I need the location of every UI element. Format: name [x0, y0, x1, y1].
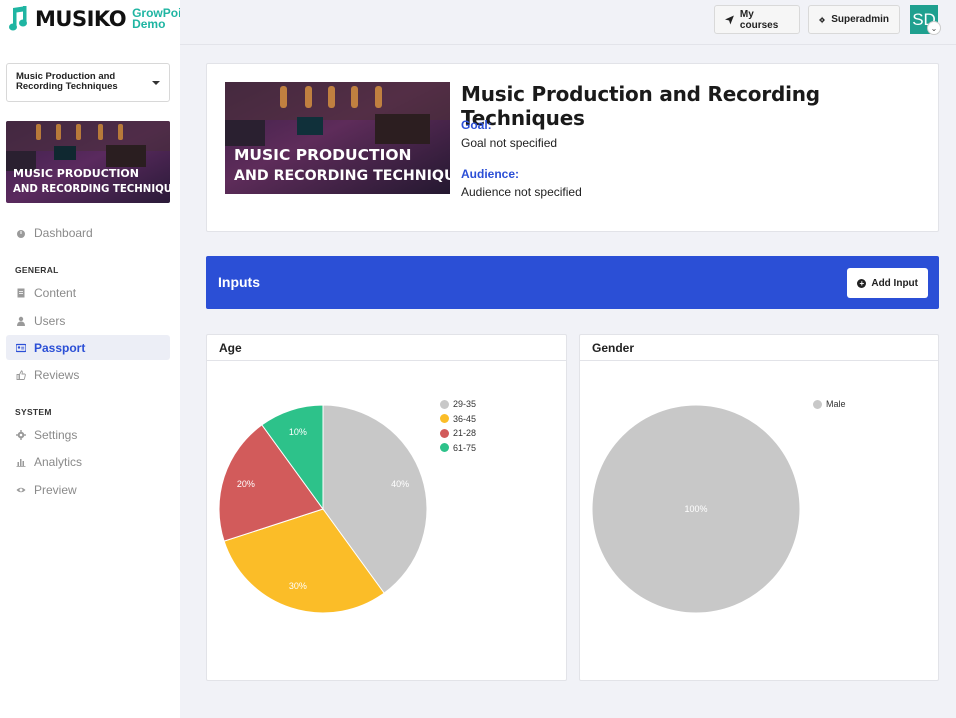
age-chart-title: Age: [207, 335, 566, 361]
sidebar-item-label: Analytics: [34, 454, 83, 469]
sidebar: MUSIKO GrowPoint Demo Music Production a…: [0, 0, 193, 718]
legend-item[interactable]: 21-28: [440, 426, 476, 441]
thumb-text-line1: MUSIC PRODUCTION: [13, 167, 139, 180]
age-pie-chart: 40% 30% 20% 10%: [218, 404, 428, 614]
sidebar-section-system: SYSTEM: [15, 407, 52, 417]
pie-data-label: 100%: [684, 504, 707, 514]
pie-data-label: 20%: [237, 479, 255, 489]
chevron-down-icon[interactable]: ⌄: [927, 21, 941, 35]
legend-swatch: [440, 428, 449, 438]
thumb-text-line2: AND RECORDING TECHNIQUES: [13, 184, 170, 195]
gender-chart-panel: Gender 100% Male: [579, 334, 939, 681]
sidebar-item-passport[interactable]: Passport: [6, 335, 170, 360]
eye-icon: [16, 487, 26, 492]
user-icon: [17, 316, 25, 326]
legend-label: 36-45: [453, 413, 477, 424]
gender-chart-title: Gender: [580, 335, 938, 361]
my-courses-button[interactable]: My courses: [714, 5, 800, 34]
paper-plane-icon: [725, 15, 734, 24]
brand-logo[interactable]: MUSIKO GrowPoint Demo: [9, 5, 193, 33]
chevron-down-icon: [152, 81, 160, 85]
legend-item[interactable]: Male: [813, 397, 846, 412]
age-legend: 29-35 36-45 21-28 61-75: [440, 397, 476, 455]
legend-label: 29-35: [453, 399, 477, 410]
goal-value: Goal not specified: [461, 136, 558, 150]
plus-circle-icon: +: [857, 278, 867, 288]
superadmin-button[interactable]: Superadmin: [808, 5, 900, 34]
inputs-title: Inputs: [218, 274, 260, 290]
gear-icon: [16, 429, 26, 440]
sidebar-item-analytics[interactable]: Analytics: [6, 449, 170, 474]
legend-swatch: [813, 399, 822, 409]
topbar: My courses Superadmin SD ⌄: [180, 0, 956, 45]
sidebar-item-label: Settings: [34, 427, 78, 442]
my-courses-label: My courses: [739, 8, 779, 31]
audience-label: Audience:: [461, 167, 520, 181]
sidebar-item-label: Preview: [34, 482, 77, 497]
pie-data-label: 40%: [391, 479, 409, 489]
course-image: MUSIC PRODUCTION AND RECORDING TECHNIQUE…: [225, 82, 450, 194]
legend-swatch: [440, 414, 449, 424]
legend-label: 21-28: [453, 428, 477, 439]
course-image-text-line1: MUSIC PRODUCTION: [234, 146, 412, 164]
legend-item[interactable]: 61-75: [440, 441, 476, 456]
gear-icon: [819, 16, 826, 23]
legend-swatch: [440, 399, 449, 409]
sidebar-item-preview[interactable]: Preview: [6, 477, 170, 502]
music-note-icon: [9, 6, 27, 31]
id-card-icon: [16, 343, 26, 352]
course-thumbnail: MUSIC PRODUCTION AND RECORDING TECHNIQUE…: [6, 121, 170, 203]
course-image-text-line2: AND RECORDING TECHNIQUES: [234, 168, 450, 184]
dashboard-icon: [17, 229, 25, 238]
legend-label: Male: [826, 399, 846, 410]
legend-swatch: [440, 443, 449, 453]
studio-image: MUSIC PRODUCTION AND RECORDING TECHNIQUE…: [225, 82, 450, 194]
pie-data-label: 30%: [289, 581, 307, 591]
legend-item[interactable]: 29-35: [440, 397, 476, 412]
sidebar-item-users[interactable]: Users: [6, 308, 170, 333]
sidebar-item-label: Passport: [34, 340, 86, 355]
gender-pie-chart: 100%: [591, 404, 801, 614]
inputs-header: Inputs + Add Input: [206, 256, 939, 309]
sidebar-item-label: Content: [34, 285, 77, 300]
goal-label: Goal:: [461, 118, 492, 132]
sidebar-item-reviews[interactable]: Reviews: [6, 362, 170, 387]
add-input-button[interactable]: + Add Input: [847, 268, 928, 298]
add-input-label: Add Input: [871, 277, 918, 289]
superadmin-label: Superadmin: [831, 14, 889, 25]
bar-chart-icon: [16, 458, 26, 467]
course-title: Music Production and Recording Technique…: [461, 82, 820, 130]
audience-value: Audience not specified: [461, 185, 582, 199]
pie-data-label: 10%: [289, 427, 307, 437]
course-select-value: Music Production and Recording Technique…: [16, 71, 118, 92]
legend-label: 61-75: [453, 442, 477, 453]
sidebar-item-label: Users: [34, 313, 66, 328]
sidebar-item-content[interactable]: Content: [6, 280, 170, 305]
document-icon: [17, 288, 25, 297]
course-card: MUSIC PRODUCTION AND RECORDING TECHNIQUE…: [206, 63, 939, 232]
brand-sub-line2: Demo: [132, 17, 166, 31]
sidebar-item-dashboard[interactable]: Dashboard: [6, 220, 170, 245]
sidebar-item-settings[interactable]: Settings: [6, 422, 170, 447]
brand-name: MUSIKO: [35, 7, 127, 31]
thumbs-up-icon: [16, 369, 26, 380]
age-chart-panel: Age 40% 30% 20% 10% 29-35 36-45 21-28 61-75: [206, 334, 567, 681]
sidebar-item-label: Reviews: [34, 367, 80, 382]
sidebar-section-general: GENERAL: [15, 265, 59, 275]
gender-legend: Male: [813, 397, 846, 412]
legend-item[interactable]: 36-45: [440, 412, 476, 427]
course-select[interactable]: Music Production and Recording Technique…: [6, 63, 170, 102]
sidebar-item-label: Dashboard: [34, 225, 93, 240]
studio-image: MUSIC PRODUCTION AND RECORDING TECHNIQUE…: [6, 121, 170, 203]
